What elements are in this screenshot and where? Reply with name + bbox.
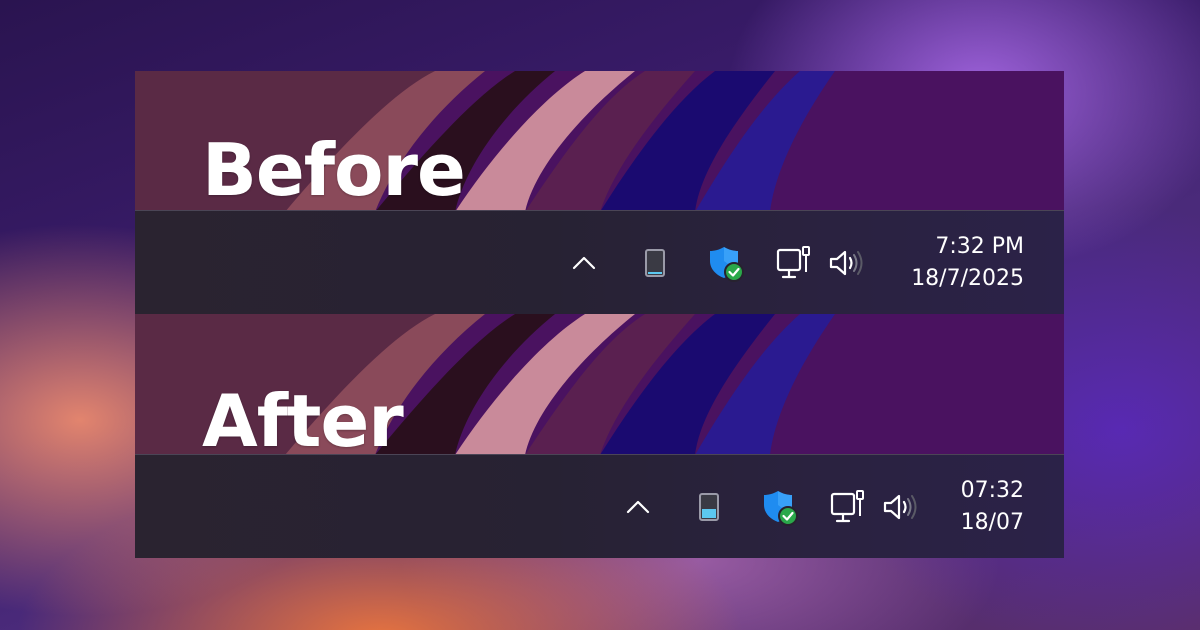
after-panel: After 07:32 18/07 (135, 314, 1064, 558)
network-button[interactable] (829, 488, 867, 526)
clock-button[interactable]: 07:32 18/07 (961, 475, 1024, 539)
battery-button[interactable] (638, 246, 672, 280)
clock-time: 07:32 (960, 477, 1024, 503)
battery-icon (699, 492, 719, 521)
battery-button[interactable] (692, 490, 726, 524)
clock-date: 18/07 (960, 509, 1024, 535)
clock-date: 18/7/2025 (911, 265, 1024, 291)
speaker-volume-icon (829, 250, 863, 275)
wired-network-icon (776, 245, 810, 278)
speaker-volume-icon (883, 494, 917, 519)
windows-security-button[interactable] (759, 486, 801, 528)
after-label: After (202, 379, 404, 463)
clock-button[interactable]: 7:32 PM 18/7/2025 (911, 231, 1024, 295)
volume-button[interactable] (827, 245, 867, 281)
taskbar-after: 07:32 18/07 (135, 454, 1064, 558)
wired-network-icon (830, 489, 864, 522)
security-shield-icon (710, 246, 744, 282)
show-hidden-icons-button[interactable] (623, 492, 653, 522)
network-button[interactable] (775, 244, 813, 282)
before-label: Before (202, 128, 466, 212)
before-panel: Before 7:32 PM 18/7/2025 (135, 71, 1064, 314)
battery-icon (645, 248, 665, 277)
volume-button[interactable] (881, 489, 921, 525)
taskbar-before: 7:32 PM 18/7/2025 (135, 210, 1064, 314)
chevron-up-icon (572, 256, 596, 269)
windows-security-button[interactable] (705, 242, 747, 284)
clock-time: 7:32 PM (935, 233, 1024, 259)
security-shield-icon (764, 490, 798, 526)
chevron-up-icon (626, 500, 650, 513)
show-hidden-icons-button[interactable] (569, 248, 599, 278)
